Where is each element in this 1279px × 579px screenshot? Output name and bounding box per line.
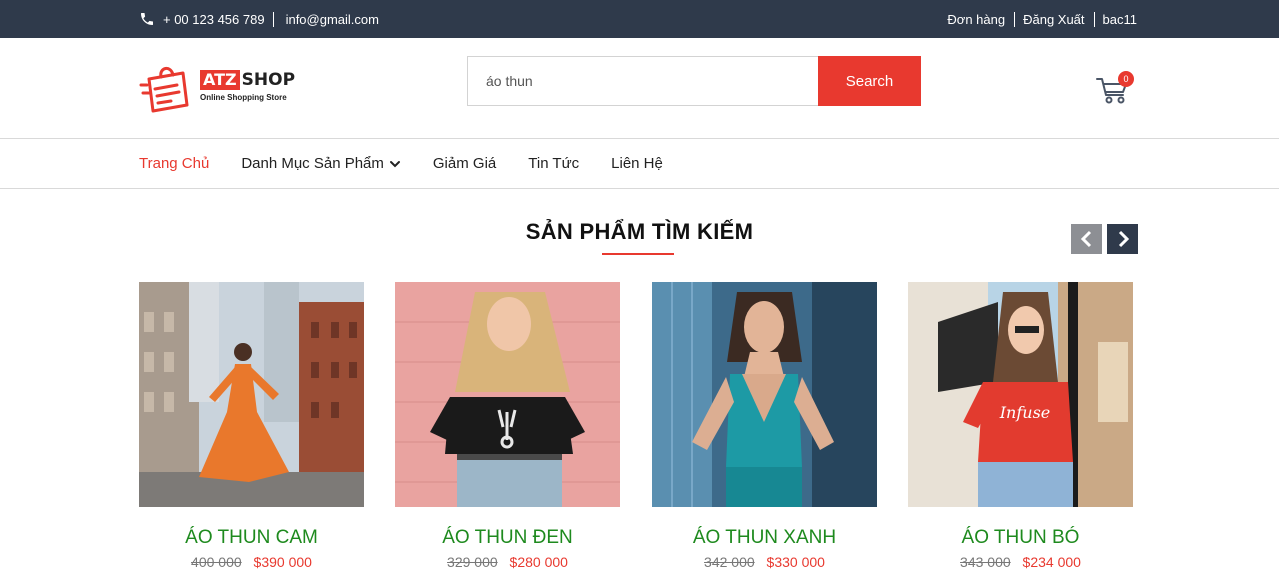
product-name[interactable]: ÁO THUN BÓ	[908, 527, 1133, 549]
divider	[1093, 11, 1095, 27]
nav-item-label: Danh Mục Sản Phẩm	[241, 155, 384, 172]
product-image[interactable]	[395, 282, 620, 507]
orders-link[interactable]: Đơn hàng	[947, 12, 1005, 27]
phone-number: + 00 123 456 789	[163, 11, 265, 27]
cart-count-badge: 0	[1118, 71, 1134, 87]
divider	[1014, 11, 1016, 27]
product-image[interactable]: Infuse	[908, 282, 1133, 507]
shopping-bag-icon	[139, 67, 189, 113]
product-image[interactable]	[652, 282, 877, 507]
chevron-right-icon	[1118, 230, 1129, 248]
chevron-down-icon	[389, 160, 400, 167]
logout-link[interactable]: Đăng Xuất	[1023, 12, 1084, 27]
carousel-next-button[interactable]	[1107, 224, 1138, 254]
nav-item-sale[interactable]: Giảm Giá	[433, 155, 496, 172]
main-nav: Trang Chủ Danh Mục Sản Phẩm Giảm Giá Tin…	[0, 138, 1279, 189]
product-card[interactable]: Infuse ÁO THUN BÓ 343 000 $234 000	[908, 282, 1133, 570]
svg-text:Infuse: Infuse	[999, 403, 1051, 422]
product-prices: 343 000 $234 000	[908, 554, 1133, 570]
sale-price: $234 000	[1022, 554, 1081, 570]
brand-tagline: Online Shopping Store	[200, 93, 287, 102]
product-name[interactable]: ÁO THUN ĐEN	[395, 527, 620, 549]
product-prices: 342 000 $330 000	[652, 554, 877, 570]
product-prices: 329 000 $280 000	[395, 554, 620, 570]
account-links: Đơn hàng Đăng Xuất bac11	[947, 0, 1137, 38]
old-price: 343 000	[960, 554, 1011, 570]
phone-icon	[141, 13, 153, 25]
nav-item-home[interactable]: Trang Chủ	[139, 155, 209, 172]
carousel-prev-button[interactable]	[1071, 224, 1102, 254]
nav-item-categories[interactable]: Danh Mục Sản Phẩm	[241, 155, 401, 172]
nav-item-news[interactable]: Tin Tức	[528, 155, 579, 172]
product-card[interactable]: ÁO THUN CAM 400 000 $390 000	[139, 282, 364, 570]
old-price: 329 000	[447, 554, 498, 570]
chevron-left-icon	[1080, 230, 1091, 248]
search-button[interactable]: Search	[818, 56, 921, 106]
site-logo[interactable]: ATZ SHOP Online Shopping Store	[139, 61, 299, 115]
product-image[interactable]	[139, 282, 364, 507]
sale-price: $280 000	[509, 554, 568, 570]
divider	[272, 11, 274, 27]
product-name[interactable]: ÁO THUN CAM	[139, 527, 364, 549]
brand-atz: ATZ	[200, 70, 240, 90]
product-card[interactable]: ÁO THUN ĐEN 329 000 $280 000	[395, 282, 620, 570]
brand-shop: SHOP	[241, 70, 296, 90]
search-bar: Search	[467, 56, 921, 106]
nav-item-contact[interactable]: Liên Hệ	[611, 155, 663, 172]
old-price: 342 000	[704, 554, 755, 570]
cart-button[interactable]: 0	[1095, 71, 1139, 105]
sale-price: $390 000	[253, 554, 312, 570]
contact-info: + 00 123 456 789 info@gmail.com	[139, 0, 379, 38]
product-prices: 400 000 $390 000	[139, 554, 364, 570]
title-underline	[602, 253, 674, 255]
username-link[interactable]: bac11	[1103, 12, 1137, 27]
old-price: 400 000	[191, 554, 242, 570]
top-bar: + 00 123 456 789 info@gmail.com Đơn hàng…	[0, 0, 1279, 38]
product-name[interactable]: ÁO THUN XANH	[652, 527, 877, 549]
email-address: info@gmail.com	[285, 11, 379, 27]
product-card[interactable]: ÁO THUN XANH 342 000 $330 000	[652, 282, 877, 570]
search-input[interactable]	[467, 56, 818, 106]
sale-price: $330 000	[766, 554, 825, 570]
brand-name: ATZ SHOP	[200, 70, 295, 90]
